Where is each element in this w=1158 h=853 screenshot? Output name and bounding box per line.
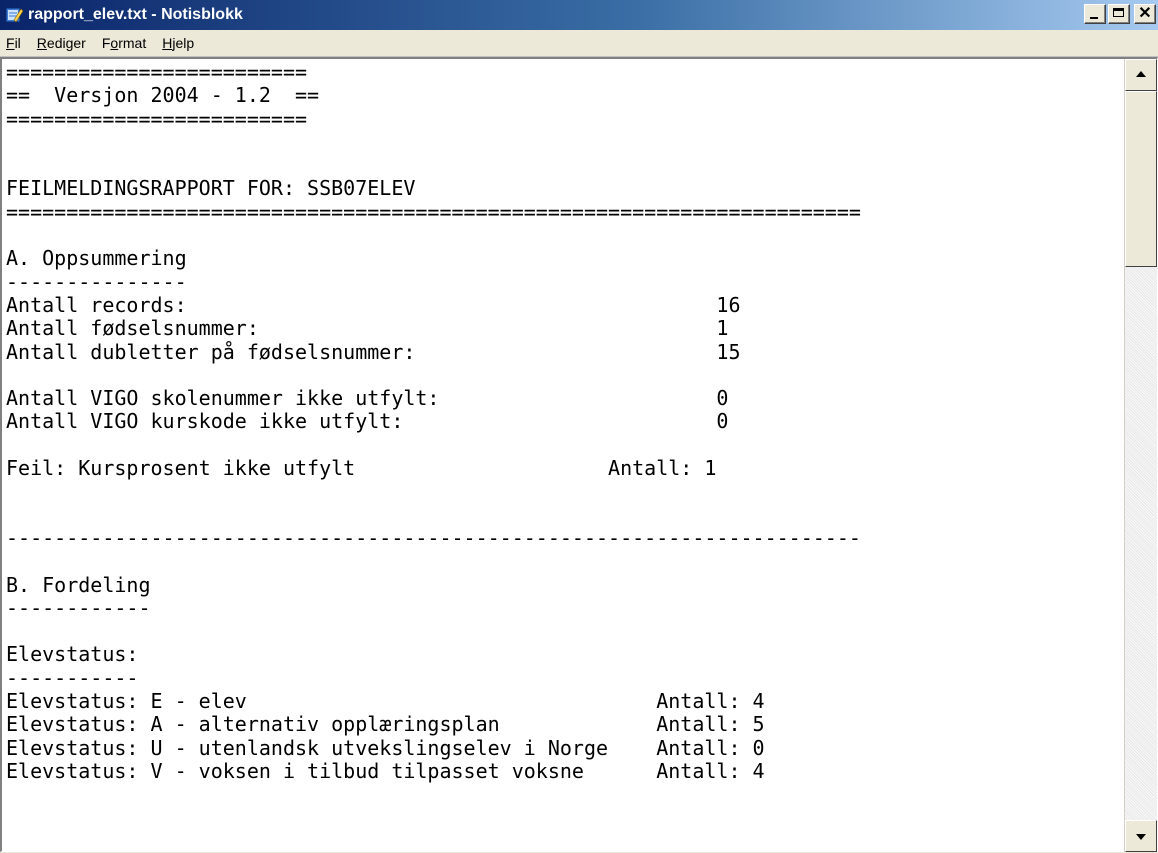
text-line — [6, 480, 1124, 503]
arrow-up-icon — [1136, 71, 1146, 77]
text-line: Elevstatus: V - voksen i tilbud tilpasse… — [6, 758, 765, 783]
document-text[interactable]: ========================= == Versjon 2004… — [6, 61, 1124, 853]
text-line — [6, 620, 1124, 643]
text-line: Elevstatus: A - alternativ opplæringspla… — [6, 712, 765, 737]
text-line: Elevstatus: U - utenlandsk utvekslingsel… — [6, 735, 765, 760]
scroll-thumb[interactable] — [1125, 91, 1157, 267]
scroll-down-button[interactable] — [1125, 820, 1157, 852]
title-bar[interactable]: rapport_elev.txt - Notisblokk ✕ — [0, 0, 1158, 30]
close-button[interactable]: ✕ — [1134, 4, 1156, 24]
text-line: ------------ — [6, 595, 151, 620]
text-line: ========================= — [6, 106, 308, 131]
text-line: ========================================… — [6, 199, 861, 224]
text-line — [6, 504, 1124, 527]
text-line: --------------- — [6, 269, 187, 294]
text-line — [6, 364, 1124, 387]
text-line: Elevstatus: — [6, 642, 139, 667]
menu-fil[interactable]: Fil — [0, 35, 29, 51]
text-line: A. Oppsummering — [6, 246, 187, 271]
text-line: Antall VIGO kurskode ikke utfylt: 0 — [6, 409, 729, 434]
text-line: Elevstatus: E - elev Antall: 4 — [6, 689, 765, 714]
text-line: Antall fødselsnummer: 1 — [6, 316, 729, 341]
vertical-scrollbar[interactable] — [1124, 59, 1157, 852]
notepad-icon — [5, 7, 24, 23]
text-line — [6, 434, 1124, 457]
arrow-down-icon — [1136, 834, 1146, 840]
text-line — [6, 224, 1124, 247]
maximize-icon — [1113, 8, 1124, 17]
text-editor[interactable]: ========================= == Versjon 2004… — [0, 57, 1158, 852]
minimize-button[interactable] — [1084, 4, 1106, 24]
text-line: FEILMELDINGSRAPPORT FOR: SSB07ELEV — [6, 176, 416, 201]
menu-format[interactable]: Format — [94, 35, 154, 51]
text-line: B. Fordeling — [6, 572, 151, 597]
notepad-window: rapport_elev.txt - Notisblokk ✕ Fil Redi… — [0, 0, 1158, 852]
text-line: ========================= — [6, 61, 308, 84]
menu-bar: Fil Rediger Format Hjelp — [0, 30, 1158, 57]
text-line: Antall dubletter på fødselsnummer: 15 — [6, 339, 741, 364]
menu-rediger[interactable]: Rediger — [29, 35, 94, 51]
text-line: Antall records: 16 — [6, 292, 741, 317]
window-title: rapport_elev.txt - Notisblokk — [28, 6, 243, 23]
maximize-button[interactable] — [1108, 4, 1130, 24]
text-line — [6, 550, 1124, 573]
minimize-icon — [1090, 17, 1098, 19]
menu-hjelp[interactable]: Hjelp — [154, 35, 202, 51]
text-line: Antall VIGO skolenummer ikke utfylt: 0 — [6, 386, 729, 411]
text-line: Feil: Kursprosent ikke utfylt Antall: 1 — [6, 456, 717, 481]
text-line — [6, 154, 1124, 177]
text-line — [6, 131, 1124, 154]
text-line: ----------- — [6, 665, 139, 690]
scroll-up-button[interactable] — [1125, 59, 1157, 91]
text-line: ----------------------------------------… — [6, 525, 861, 550]
text-line: == Versjon 2004 - 1.2 == — [6, 83, 320, 108]
close-icon: ✕ — [1138, 5, 1152, 22]
